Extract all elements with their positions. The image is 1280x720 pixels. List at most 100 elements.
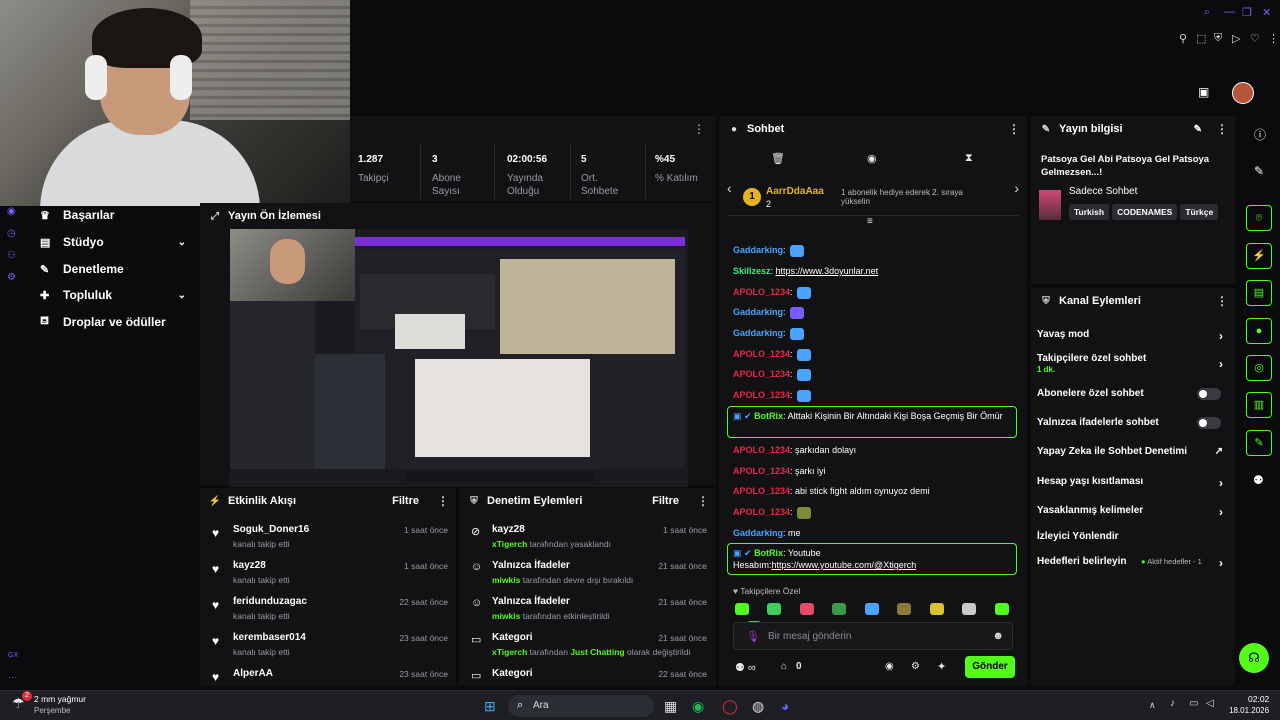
send-button[interactable]: Gönder	[965, 656, 1015, 678]
list-item: ♥ AlperAA 23 saat önce	[212, 668, 448, 684]
layout-icon[interactable]: ▥	[1246, 392, 1272, 418]
gear-icon[interactable]: ⚙	[7, 272, 16, 283]
apps-icon[interactable]: ⚉	[1253, 473, 1264, 487]
notes-icon[interactable]: ▤	[1246, 280, 1272, 306]
nav-droplar[interactable]: ⛾ Droplar ve ödüller	[40, 315, 190, 329]
more-icon[interactable]: ⋮	[1268, 32, 1279, 45]
speech-bubble-icon[interactable]: ◉	[867, 152, 877, 165]
chat-message: Gaddarking:	[733, 306, 1017, 319]
trash-icon[interactable]: 🗑	[771, 152, 785, 165]
pin-icon[interactable]: ⚲	[1179, 32, 1187, 45]
more-icon[interactable]: ⋮	[1216, 122, 1228, 136]
drops-icon: ⛾	[40, 315, 49, 327]
message-input[interactable]: 🎙 Bir mesaj gönderin ☻	[733, 622, 1013, 650]
nav-topluluk[interactable]: ✚ Topluluk ⌄	[40, 288, 190, 302]
taskbar-search[interactable]: ⌕ Ara	[508, 695, 654, 717]
account-age-row[interactable]: Hesap yaşı kısıtlaması ›	[1037, 476, 1229, 498]
clock-date[interactable]: 18.01.2026	[1229, 706, 1269, 715]
wrench-icon[interactable]: ✎	[1246, 430, 1272, 456]
tag[interactable]: CODENAMES	[1112, 204, 1178, 220]
edit-icon[interactable]: ✎	[1194, 124, 1202, 135]
more-icon[interactable]: ⋮	[1216, 294, 1228, 308]
filter-button[interactable]: Filtre	[652, 495, 679, 507]
chat-icon[interactable]: ●	[1246, 318, 1272, 344]
filter-button[interactable]: Filtre	[392, 495, 419, 507]
chevron-left-icon[interactable]: ‹	[727, 180, 732, 196]
gift-icon[interactable]: ⌂	[781, 661, 787, 672]
slow-mode-row[interactable]: Yavaş mod ›	[1037, 329, 1229, 351]
raid-row[interactable]: İzleyici Yönlendir	[1037, 531, 1229, 553]
category-icon: ▭	[471, 634, 482, 646]
nav-basarilar[interactable]: ♛ Başarılar	[40, 208, 190, 222]
clock-time[interactable]: 02:02	[1248, 694, 1269, 704]
pin-collapse-icon[interactable]: ≡	[867, 216, 873, 227]
chat-message: APOLO_1234: abi stick fight aldım oynuyo…	[733, 486, 930, 496]
weather-day: Perşembe	[34, 706, 71, 715]
obs-icon[interactable]: ◍	[752, 698, 764, 715]
list-item: ☺ Yalnızca İfadeler miwkis tarafından etki…	[471, 596, 707, 621]
chat-users-icon[interactable]: ◉	[885, 661, 894, 672]
community-icon: ✚	[40, 289, 50, 302]
windows-start-icon[interactable]: ⊞	[484, 698, 496, 715]
search-icon[interactable]: ⌕	[1204, 6, 1210, 19]
weather-text: 2 mm yağmur	[34, 694, 86, 704]
broadcast-icon[interactable]: ◎	[1246, 355, 1272, 381]
subscriber-only-row[interactable]: Abonelere özel sohbet	[1037, 388, 1229, 410]
edit-icon[interactable]: ✎	[1254, 164, 1264, 178]
category-name[interactable]: Sadece Sohbet	[1069, 186, 1137, 197]
dashboard-icon[interactable]: ▣	[1198, 85, 1209, 99]
shield-icon[interactable]: ⛨	[1214, 32, 1222, 45]
nav-studyo[interactable]: ▤ Stüdyo ⌄	[40, 235, 190, 249]
bolt-icon[interactable]: ⚡	[1246, 243, 1272, 269]
goals-row[interactable]: Hedefleri belirleyin ● Aktif hedefler - 1…	[1037, 556, 1229, 578]
file-explorer-icon[interactable]: ▦	[664, 698, 677, 715]
webcam-overlay	[0, 0, 350, 206]
more-icon[interactable]: ⋮	[437, 494, 449, 508]
users-icon[interactable]: ⚇	[7, 250, 16, 261]
stat-followers: 1.287 Takipçi	[358, 154, 389, 184]
tray-chevron-icon[interactable]: ∧	[1149, 700, 1156, 711]
close-icon[interactable]: ✕	[1262, 6, 1271, 19]
play-icon[interactable]: ▷	[1232, 32, 1240, 45]
circle-icon[interactable]: ◉	[7, 206, 16, 217]
support-button[interactable]: ☊	[1239, 643, 1269, 673]
info-icon[interactable]: ⓘ	[1254, 126, 1266, 143]
crop-icon[interactable]: ⬚	[1196, 32, 1206, 45]
subscriber-only-toggle[interactable]	[1197, 388, 1221, 400]
nav-denetleme[interactable]: ✎ Denetleme	[40, 262, 190, 276]
hourglass-icon[interactable]: ⧗	[965, 152, 973, 165]
badge-icon[interactable]: ✦	[937, 660, 946, 673]
network-icon[interactable]: ▭	[1189, 698, 1198, 709]
avatar[interactable]	[1232, 82, 1254, 104]
clock-icon[interactable]: ◷	[7, 228, 16, 239]
preview-video[interactable]	[230, 229, 688, 487]
volume-icon[interactable]: ◁	[1206, 698, 1214, 709]
chevron-right-icon[interactable]: ›	[1014, 180, 1019, 196]
restore-icon[interactable]: ❐	[1242, 6, 1252, 19]
tag[interactable]: Turkish	[1069, 204, 1110, 220]
heart-icon[interactable]: ♡	[1250, 32, 1260, 45]
more-icon[interactable]: ⋮	[697, 494, 709, 508]
follower-only-row[interactable]: Takipçilere özel sohbet 1 dk. ›	[1037, 353, 1229, 381]
minimize-icon[interactable]: —	[1224, 6, 1235, 18]
banned-words-row[interactable]: Yasaklanmış kelimeler ›	[1037, 505, 1229, 527]
chat-title: Sohbet	[747, 123, 785, 135]
emote-only-row[interactable]: Yalnızca ifadelerle sohbet	[1037, 417, 1229, 439]
more-icon[interactable]: ···	[8, 672, 17, 682]
mic-icon[interactable]: ♪	[1170, 698, 1175, 709]
spotify-icon[interactable]: ◉	[692, 698, 704, 715]
community-points-icon[interactable]: ⚉ ∞	[735, 661, 756, 674]
gear-icon[interactable]: ⚙	[911, 661, 920, 672]
microphone-icon[interactable]: 🎙	[746, 630, 760, 643]
emote-bar[interactable]	[733, 600, 1023, 633]
emote-only-toggle[interactable]	[1197, 417, 1221, 429]
tag[interactable]: Türkçe	[1180, 204, 1219, 220]
opera-gx-icon[interactable]: ◯	[722, 698, 738, 715]
heart-icon: ♥	[212, 598, 220, 612]
ai-moderation-row[interactable]: Yapay Zeka ile Sohbet Denetimi ↗	[1037, 446, 1229, 468]
more-icon[interactable]: ⋮	[693, 122, 705, 136]
discord-icon[interactable]: ◕	[781, 698, 789, 714]
emoji-icon[interactable]: ☻	[992, 630, 1004, 642]
more-icon[interactable]: ⋮	[1008, 122, 1020, 136]
scan-icon[interactable]: ⌾	[1246, 205, 1272, 231]
